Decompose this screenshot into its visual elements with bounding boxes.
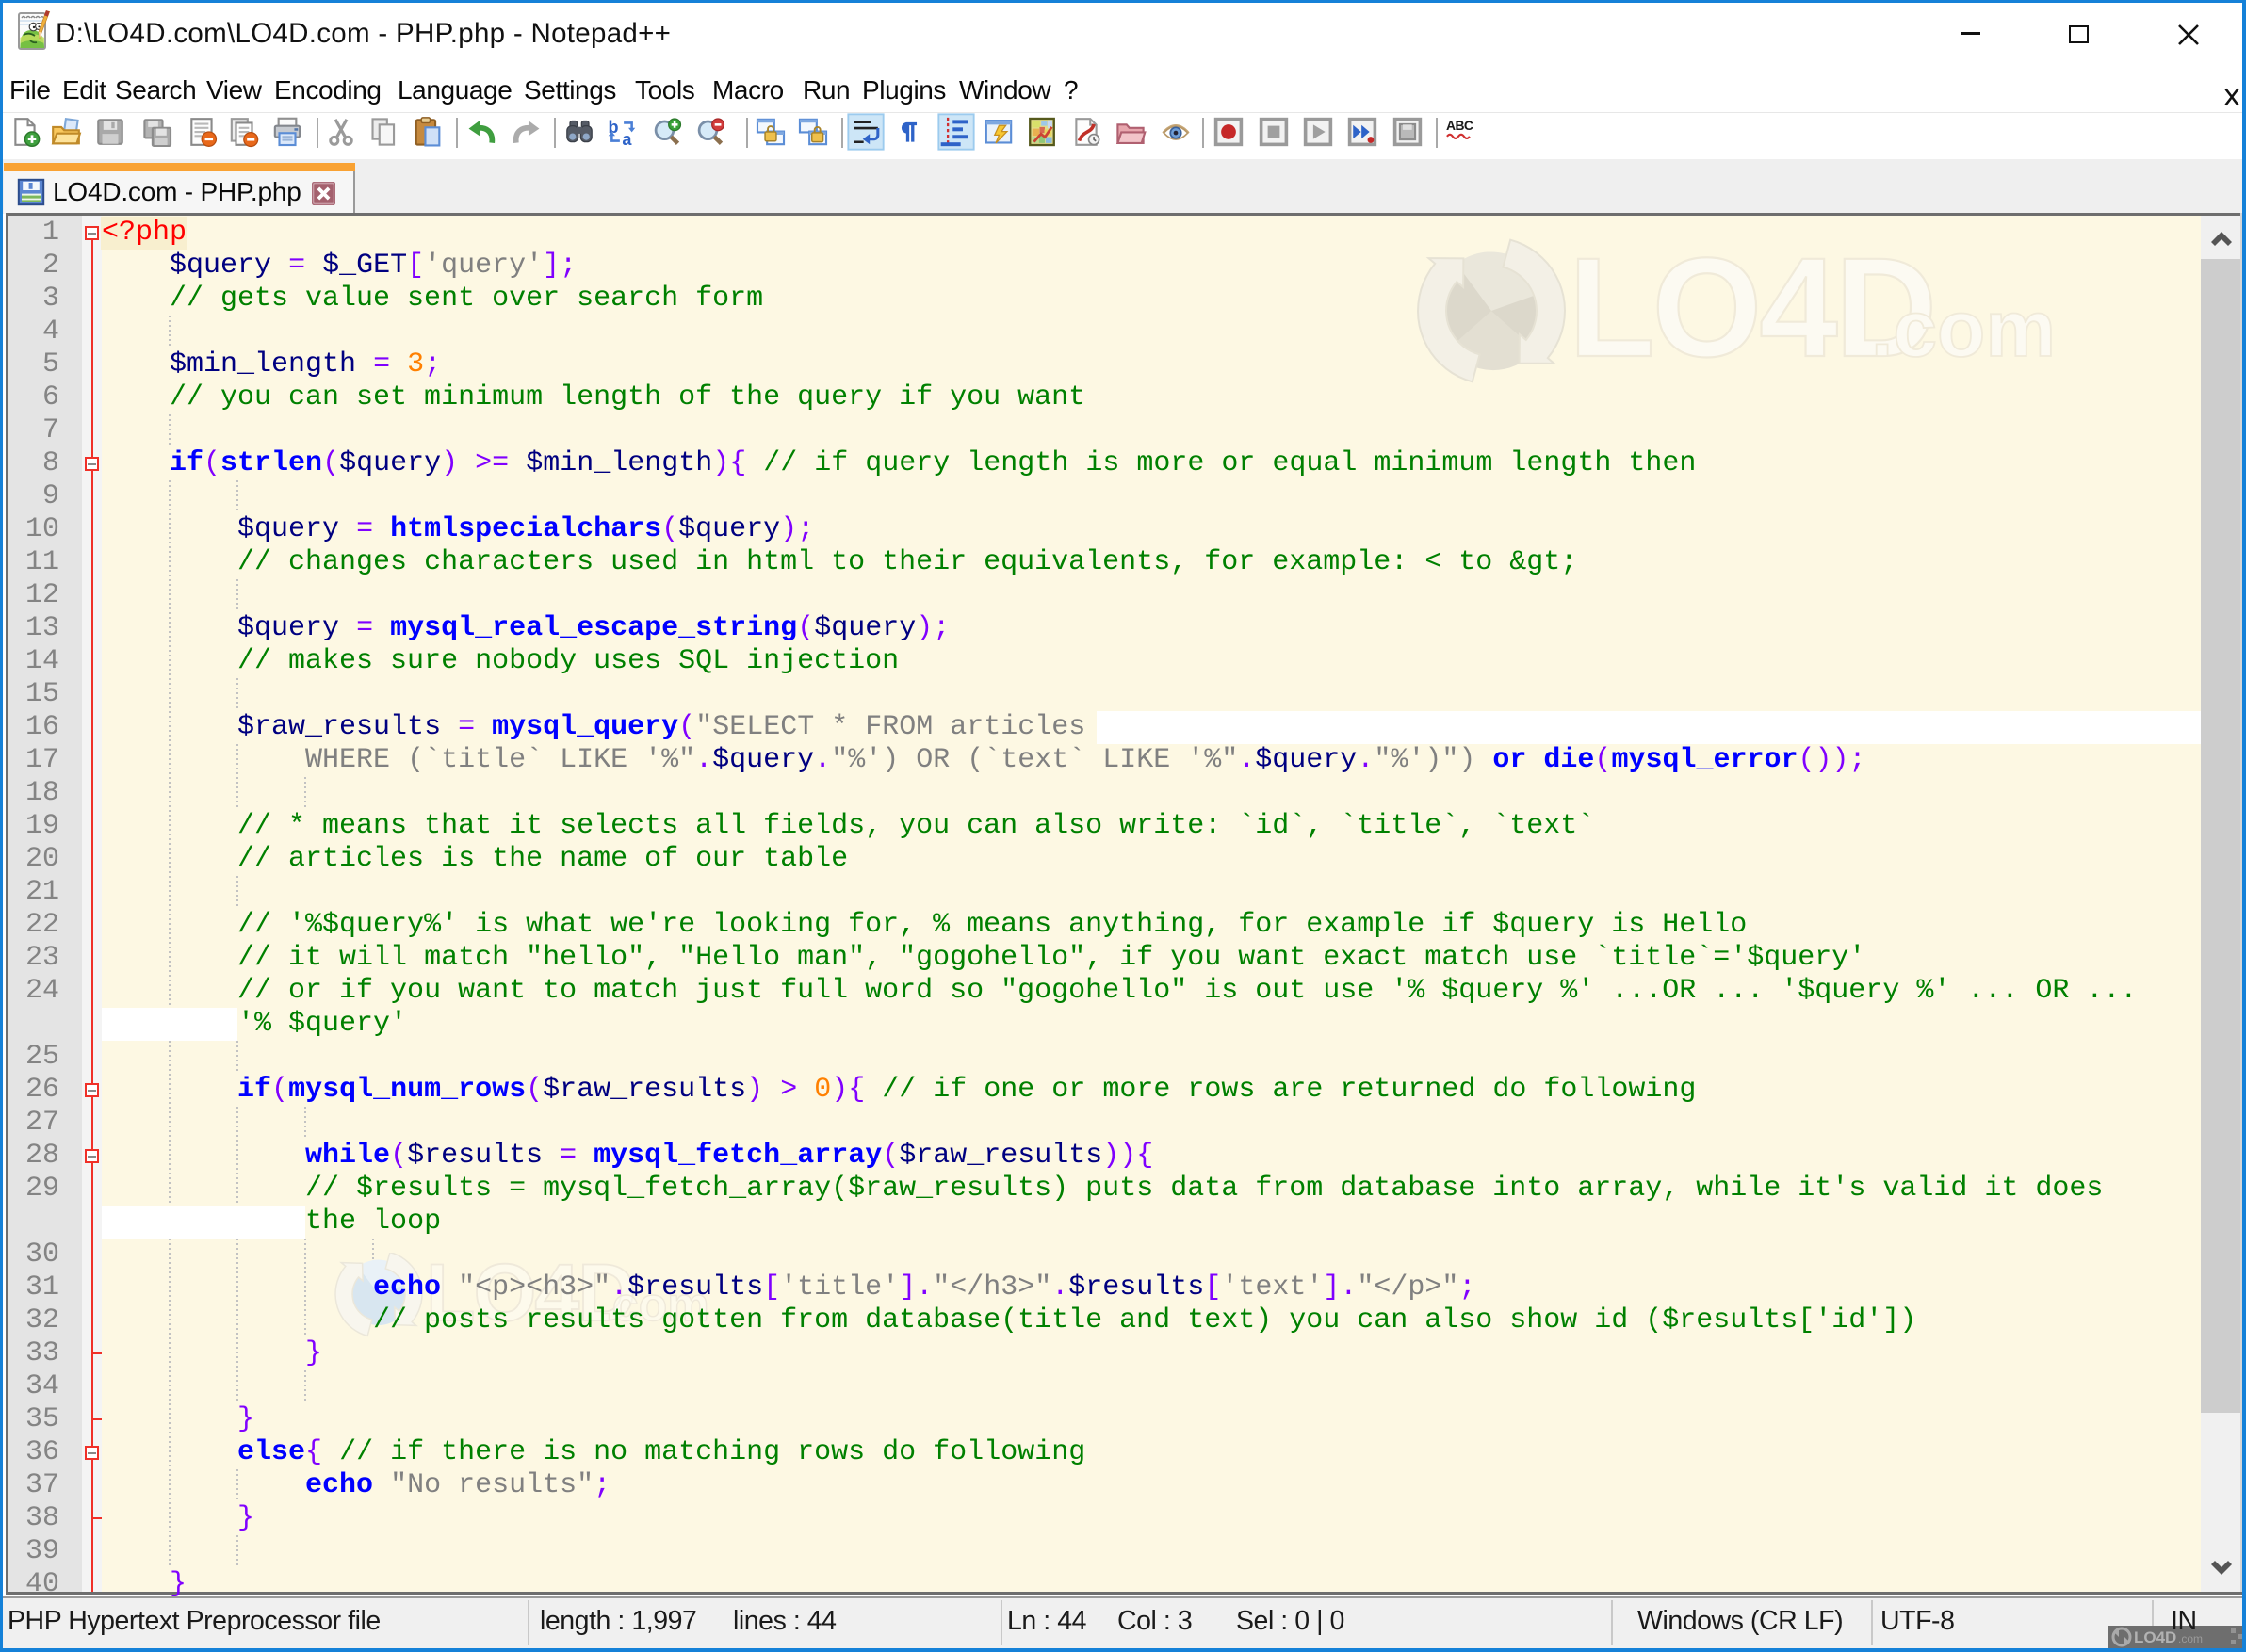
svg-text:a: a — [622, 130, 632, 148]
svg-text:ABC: ABC — [1446, 118, 1473, 133]
